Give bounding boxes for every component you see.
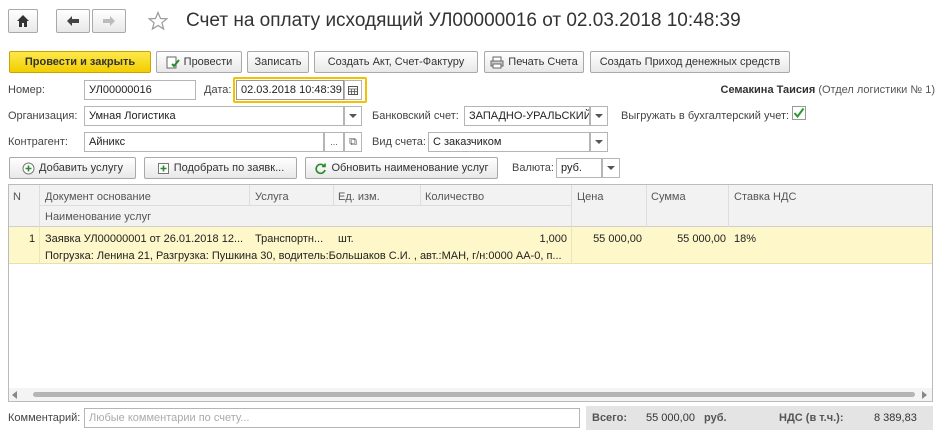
date-label: Дата: [204,84,232,96]
calendar-icon [348,85,358,95]
post-and-close-button[interactable]: Провести и закрыть [9,51,151,73]
row-vat: 18% [734,233,757,245]
pick-document-icon [157,162,169,174]
refresh-icon [315,163,327,174]
table-row[interactable]: 1 Заявка УЛ00000001 от 26.01.2018 12... … [9,227,932,264]
col-divider [333,185,334,206]
page-title: Счет на оплату исходящий УЛ00000016 от 0… [186,10,741,31]
currency-label: Валюта: [512,162,554,174]
chevron-down-icon [595,140,603,144]
forward-button[interactable] [92,9,126,33]
row-price: 55 000,00 [593,233,642,245]
invoice-kind-label: Вид счета: [372,136,426,148]
number-label: Номер: [8,84,45,96]
header-vat[interactable]: Ставка НДС [734,191,796,203]
services-table: N Документ основание Услуга Ед. изм. Кол… [8,184,933,402]
star-icon[interactable] [148,11,168,31]
col-divider [646,185,647,227]
header-doc[interactable]: Документ основание [45,191,151,203]
date-field[interactable]: 02.03.2018 10:48:39 [236,80,344,100]
total-value: 55 000,00 [646,412,695,424]
row-doc: Заявка УЛ00000001 от 26.01.2018 12... [45,233,244,245]
organization-dropdown-button[interactable] [344,106,362,126]
vat-total-label: НДС (в т.ч.): [779,412,844,424]
col-divider [39,205,571,206]
bank-account-field[interactable]: ЗАПАДНО-УРАЛЬСКИЙ [464,106,590,126]
user-info: Семакина Таисия (Отдел логистики № 1) [721,84,936,96]
row-n: 1 [29,233,36,245]
header-unit[interactable]: Ед. изм. [338,191,380,203]
currency-dropdown-button[interactable] [602,158,620,178]
contractor-field[interactable]: Айникс [84,132,324,152]
printer-icon [490,56,504,68]
table-header: N Документ основание Услуга Ед. изм. Кол… [9,185,932,227]
invoice-kind-field[interactable]: С заказчиком [428,132,590,152]
row-service-name: Погрузка: Ленина 21, Разгрузка: Пушкина … [45,250,562,262]
contractor-select-button[interactable]: ... [324,132,344,152]
create-receipt-button[interactable]: Создать Приход денежных средств [590,51,790,73]
arrow-left-icon [67,16,79,26]
currency-field[interactable]: руб. [556,158,602,178]
col-divider [571,185,572,227]
col-divider [39,185,40,227]
col-divider [39,227,40,264]
total-currency: руб. [704,412,727,424]
row-unit: шт. [338,233,354,245]
open-link-icon: ⧉ [349,135,357,148]
post-button[interactable]: Провести [156,51,242,73]
export-accounting-label: Выгружать в бухгалтерский учет: [621,110,790,122]
contractor-open-button[interactable]: ⧉ [344,132,362,152]
header-sum[interactable]: Сумма [651,191,686,203]
print-button[interactable]: Печать Счета [484,51,584,73]
back-button[interactable] [56,9,90,33]
chevron-down-icon [607,166,615,170]
organization-field[interactable]: Умная Логистика [84,106,344,126]
number-field[interactable]: УЛ00000016 [84,80,196,100]
refresh-service-names-button[interactable]: Обновить наименование услуг [305,157,498,179]
create-act-button[interactable]: Создать Акт, Счет-Фактуру [314,51,478,73]
checkmark-icon [793,107,805,119]
calendar-button[interactable] [344,80,362,100]
row-sum: 55 000,00 [677,233,726,245]
export-accounting-checkbox[interactable] [792,106,806,120]
user-name: Семакина Таисия [720,84,816,96]
header-n[interactable]: N [13,191,21,203]
row-qty: 1,000 [539,233,567,245]
home-icon [17,15,29,27]
contractor-label: Контрагент: [8,136,68,148]
header-service[interactable]: Услуга [255,191,289,203]
col-divider [420,185,421,206]
add-icon [22,162,35,174]
bank-account-label: Банковский счет: [372,110,459,122]
vat-total-value: 8 389,83 [874,412,917,424]
pick-by-order-button[interactable]: Подобрать по заявк... [144,157,297,179]
scrollbar-thumb[interactable] [33,392,915,397]
add-service-button[interactable]: Добавить услугу [9,157,136,179]
chevron-down-icon [349,114,357,118]
invoice-kind-dropdown-button[interactable] [590,132,608,152]
user-department: (Отдел логистики № 1) [818,84,935,96]
col-divider [571,227,572,264]
total-label: Всего: [592,412,627,424]
home-button[interactable] [8,9,38,33]
col-divider [728,185,729,227]
organization-label: Организация: [8,110,78,122]
header-service-name[interactable]: Наименование услуг [45,211,151,223]
save-button[interactable]: Записать [247,51,309,73]
scroll-left-arrow[interactable] [12,391,17,399]
arrow-right-icon [103,16,115,26]
comment-field[interactable]: Любые комментарии по счету... [84,408,580,428]
col-divider [249,185,250,206]
comment-label: Комментарий: [8,412,81,424]
chevron-down-icon [595,114,603,118]
row-service: Транспортн... [255,233,324,245]
post-icon [166,56,180,68]
header-qty[interactable]: Количество [425,191,484,203]
scroll-right-arrow[interactable] [922,391,927,399]
bank-account-dropdown-button[interactable] [590,106,608,126]
header-price[interactable]: Цена [577,191,603,203]
horizontal-scrollbar[interactable] [9,388,932,401]
